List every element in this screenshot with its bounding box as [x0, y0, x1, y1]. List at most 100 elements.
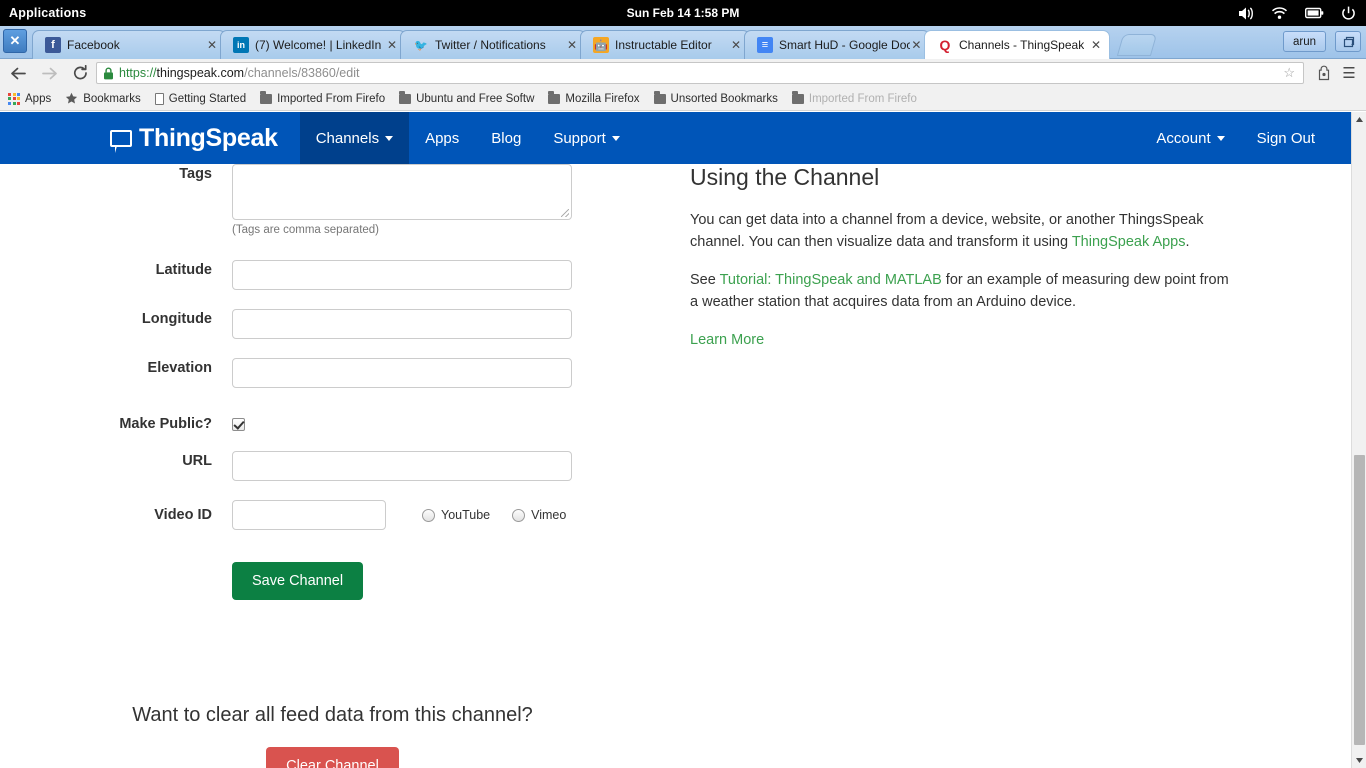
browser-tab[interactable]: 🤖 Instructable Editor ✕: [580, 30, 750, 59]
nav-item-channels[interactable]: Channels: [299, 112, 410, 164]
wifi-icon[interactable]: [1271, 6, 1288, 20]
bookmark-item[interactable]: Ubuntu and Free Softw: [399, 91, 535, 105]
thingspeak-logo[interactable]: ThingSpeak: [110, 124, 278, 153]
twitter-icon: 🐦: [414, 39, 428, 52]
power-icon[interactable]: [1341, 6, 1356, 21]
tutorial-link[interactable]: Tutorial: ThingSpeak and MATLAB: [720, 272, 942, 288]
latitude-label: Latitude: [155, 262, 212, 278]
browser-menu-icon[interactable]: ☰: [1340, 64, 1358, 82]
forward-button[interactable]: [36, 60, 62, 86]
back-button[interactable]: [5, 60, 31, 86]
using-the-channel-panel: Using the Channel You can get data into …: [690, 164, 1235, 367]
make-public-checkbox[interactable]: [232, 418, 245, 431]
reload-button[interactable]: [67, 60, 93, 86]
nav-item-apps[interactable]: Apps: [409, 112, 475, 164]
battery-icon[interactable]: [1305, 7, 1324, 19]
google-docs-icon: ≡: [757, 37, 773, 53]
tab-close-icon[interactable]: ✕: [729, 38, 743, 52]
folder-icon: [260, 91, 273, 104]
scroll-up-arrow-icon[interactable]: [1352, 112, 1366, 127]
page-scrollbar[interactable]: [1351, 112, 1366, 768]
field-row-make-public: Make Public?: [0, 414, 245, 434]
nav-item-label: Channels: [315, 129, 380, 147]
browser-tab[interactable]: Q Channels - ThingSpeak ✕: [924, 30, 1110, 59]
chevron-down-icon: [385, 135, 394, 141]
youtube-radio[interactable]: [422, 508, 435, 522]
bookmark-label: Ubuntu and Free Softw: [416, 92, 535, 105]
browser-tab[interactable]: f Facebook ✕: [32, 30, 226, 59]
sidebar-p2-text-a: See: [690, 272, 720, 288]
bookmark-item[interactable]: Unsorted Bookmarks: [653, 91, 778, 105]
nav-item-label: Account: [1156, 129, 1211, 147]
os-clock[interactable]: Sun Feb 14 1:58 PM: [0, 6, 1366, 20]
browser-tab[interactable]: ≡ Smart HuD - Google Docs ✕: [744, 30, 930, 59]
vimeo-label[interactable]: Vimeo: [531, 508, 566, 522]
scroll-down-arrow-icon[interactable]: [1352, 753, 1366, 768]
tags-label: Tags: [179, 166, 212, 182]
tab-close-icon[interactable]: ✕: [565, 38, 579, 52]
chevron-down-icon: [611, 135, 620, 141]
tab-title: Smart HuD - Google Docs: [779, 38, 910, 52]
folder-icon: [653, 91, 666, 104]
folder-icon: [399, 91, 412, 104]
account-nav: Account Sign Out: [1140, 112, 1331, 164]
url-input[interactable]: [232, 451, 572, 481]
tab-close-icon[interactable]: ✕: [205, 38, 219, 52]
bookmark-item[interactable]: Apps: [8, 92, 51, 105]
clear-channel-section: Want to clear all feed data from this ch…: [0, 704, 665, 768]
nav-item-blog[interactable]: Blog: [475, 112, 537, 164]
field-row-latitude: Latitude: [0, 260, 572, 290]
nav-item-support[interactable]: Support: [537, 112, 636, 164]
bookmark-item[interactable]: Bookmarks: [65, 92, 141, 105]
tab-close-icon[interactable]: ✕: [385, 38, 399, 52]
nav-item-label: Sign Out: [1256, 129, 1315, 147]
star-icon: [65, 92, 78, 105]
nav-item-sign-out[interactable]: Sign Out: [1241, 112, 1331, 164]
speech-bubble-icon: [110, 129, 132, 153]
thingspeak-apps-link[interactable]: ThingSpeak Apps: [1072, 234, 1186, 250]
folder-icon: [548, 91, 561, 104]
bookmark-item[interactable]: Getting Started: [154, 92, 247, 105]
youtube-label[interactable]: YouTube: [441, 508, 490, 522]
vimeo-radio[interactable]: [512, 508, 526, 522]
window-close-button[interactable]: ✕: [3, 29, 27, 53]
elevation-label: Elevation: [147, 360, 212, 376]
tab-close-icon[interactable]: ✕: [910, 38, 923, 52]
tags-textarea[interactable]: [232, 164, 572, 220]
tab-close-icon[interactable]: ✕: [1089, 38, 1103, 52]
bookmark-star-icon[interactable]: ☆: [1283, 65, 1295, 81]
bookmark-label: Mozilla Firefox: [565, 92, 640, 105]
learn-more-link[interactable]: Learn More: [690, 332, 764, 348]
longitude-input[interactable]: [232, 309, 572, 339]
browser-user-chip[interactable]: arun: [1282, 31, 1326, 52]
field-row-video-id: Video ID YouTube Vimeo: [0, 500, 566, 530]
sidebar-p1-text-b: .: [1185, 234, 1190, 250]
save-channel-button[interactable]: Save Channel: [232, 562, 364, 600]
bookmark-item[interactable]: Mozilla Firefox: [548, 91, 640, 105]
thingspeak-navbar: ThingSpeak Channels Apps Blog Support Accou…: [0, 112, 1351, 164]
nav-item-account[interactable]: Account: [1140, 112, 1240, 164]
clear-channel-button[interactable]: Clear Channel: [266, 747, 399, 768]
address-bar[interactable]: https://thingspeak.com/channels/83860/ed…: [96, 62, 1304, 84]
video-id-input[interactable]: [232, 500, 386, 530]
scrollbar-thumb[interactable]: [1354, 455, 1365, 745]
browser-tab[interactable]: in (7) Welcome! | LinkedIn ✕: [220, 30, 406, 59]
volume-icon[interactable]: [1237, 6, 1254, 21]
extension-icon[interactable]: [1314, 64, 1334, 82]
video-provider-group: YouTube Vimeo: [422, 508, 566, 522]
bookmark-label: Bookmarks: [83, 92, 141, 105]
elevation-input[interactable]: [232, 358, 572, 388]
os-top-panel: Applications Sun Feb 14 1:58 PM: [0, 0, 1366, 26]
bookmark-label: Getting Started: [168, 92, 247, 105]
bookmark-item[interactable]: Imported From Firefo: [791, 91, 917, 105]
new-tab-button[interactable]: [1116, 34, 1158, 56]
url-label: URL: [182, 453, 212, 469]
browser-tab-strip: ✕ f Facebook ✕ in (7) Welcome! | LinkedIn ✕ 🐦 T…: [0, 26, 1366, 59]
window-restore-button[interactable]: [1335, 31, 1361, 52]
tab-title: (7) Welcome! | LinkedIn: [255, 38, 382, 52]
bookmark-item[interactable]: Imported From Firefo: [260, 91, 385, 105]
latitude-input[interactable]: [232, 260, 572, 290]
browser-tab[interactable]: 🐦 Twitter / Notifications ✕: [400, 30, 586, 59]
tags-hint: (Tags are comma separated): [232, 224, 380, 236]
url-scheme: https://: [119, 66, 157, 80]
